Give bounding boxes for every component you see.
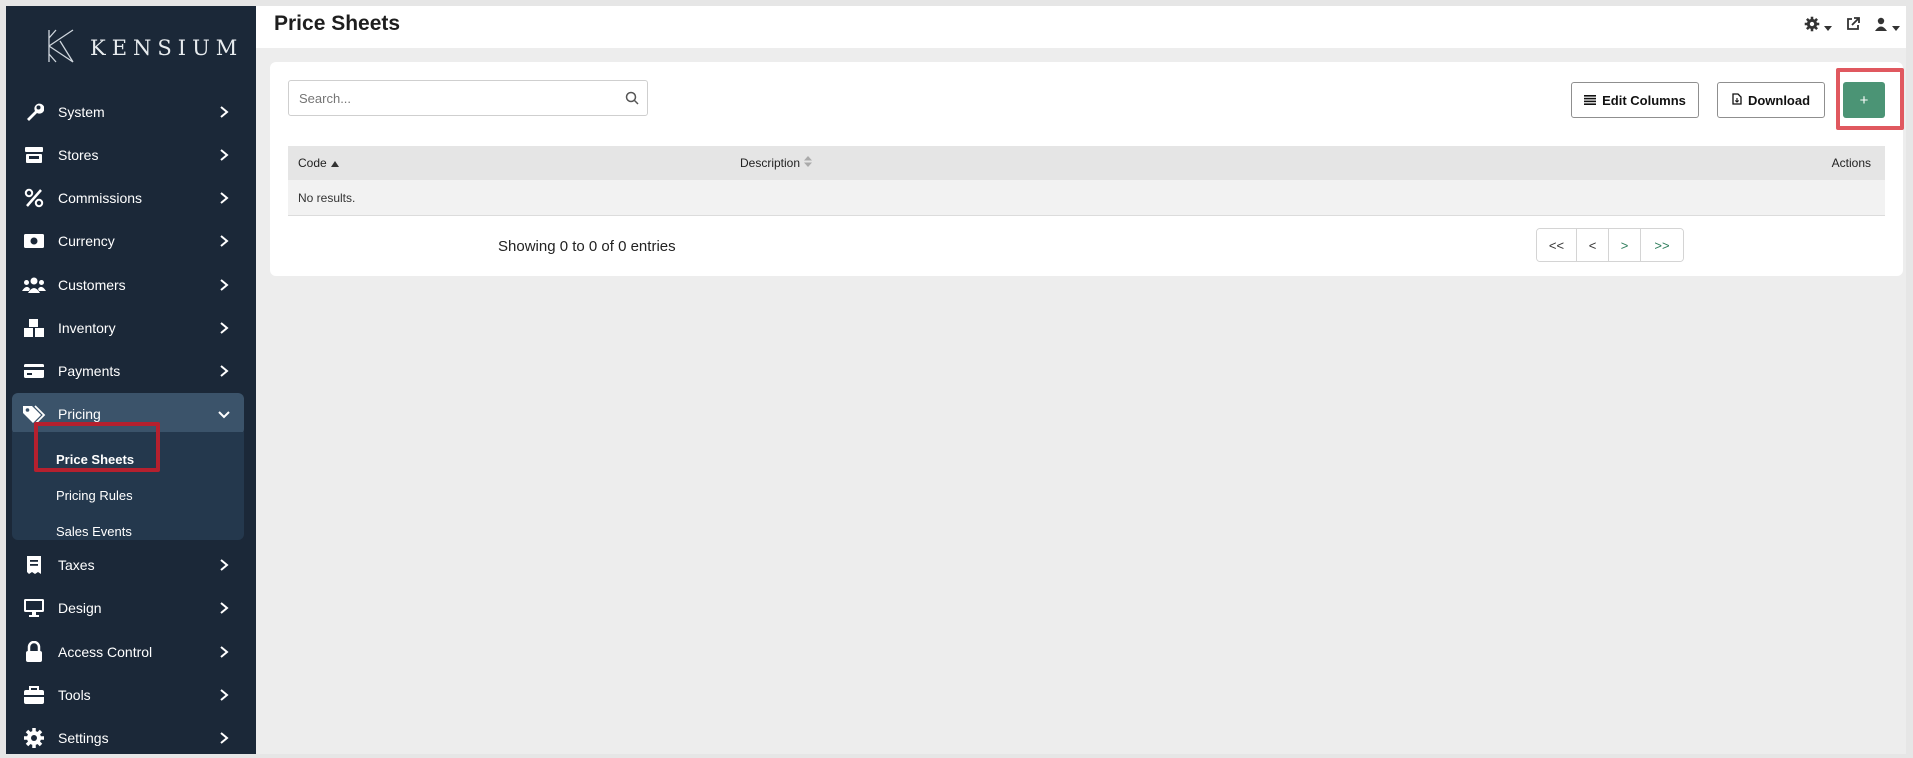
first-page-button[interactable]: << (1537, 229, 1577, 261)
gear-icon (1804, 16, 1820, 37)
sidebar-item-label: System (58, 104, 105, 120)
sidebar-item-design[interactable]: Design (12, 589, 244, 627)
sidebar-item-label: Inventory (58, 320, 116, 336)
logo[interactable]: KENSIUM (46, 28, 243, 68)
table-header-row: Code Description Actions (288, 146, 1885, 180)
sidebar-item-customers[interactable]: Customers (12, 266, 244, 304)
column-header-label: Code (298, 156, 327, 170)
external-link-button[interactable] (1846, 17, 1860, 36)
users-icon (22, 273, 46, 297)
column-header-description[interactable]: Description (740, 156, 813, 170)
header-actions (1804, 16, 1900, 37)
top-header: Price Sheets (256, 6, 1906, 48)
sidebar-item-taxes[interactable]: Taxes (12, 546, 244, 584)
sort-icon (804, 156, 813, 170)
submenu-item-sales-events[interactable]: Sales Events (56, 524, 132, 539)
sidebar-item-settings[interactable]: Settings (12, 719, 244, 754)
chevron-right-icon (214, 235, 234, 247)
add-button-highlight-box (1836, 68, 1904, 130)
sidebar-item-label: Customers (58, 277, 126, 293)
sidebar-item-stores[interactable]: Stores (12, 136, 244, 174)
sidebar-item-label: Design (58, 600, 102, 616)
search-box (288, 80, 648, 116)
chevron-right-icon (214, 192, 234, 204)
next-page-button[interactable]: > (1609, 229, 1641, 261)
price-sheets-card: Edit Columns Download + Code Description… (270, 62, 1903, 276)
submenu-item-pricing-rules[interactable]: Pricing Rules (56, 488, 133, 503)
chevron-down-icon (214, 409, 234, 419)
chevron-right-icon (214, 559, 234, 571)
sidebar-item-label: Stores (58, 147, 99, 163)
user-dropdown[interactable] (1874, 17, 1900, 36)
external-link-icon (1846, 17, 1860, 36)
chevron-right-icon (214, 106, 234, 118)
empty-message: No results. (298, 191, 356, 205)
user-icon (1874, 17, 1888, 36)
boxes-icon (22, 316, 46, 340)
chevron-right-icon (214, 732, 234, 744)
credit-card-icon (22, 359, 46, 383)
lock-icon (22, 640, 46, 664)
chevron-right-icon (214, 602, 234, 614)
chevron-right-icon (214, 322, 234, 334)
sidebar-item-tools[interactable]: Tools (12, 676, 244, 714)
app-frame: KENSIUM System Stores Commissions Curren… (6, 6, 1906, 754)
sidebar: KENSIUM System Stores Commissions Curren… (6, 6, 256, 754)
caret-down-icon (1824, 18, 1832, 36)
sidebar-item-inventory[interactable]: Inventory (12, 309, 244, 347)
chevron-right-icon (214, 149, 234, 161)
sidebar-item-label: Payments (58, 363, 121, 379)
search-input[interactable] (289, 81, 617, 115)
settings-dropdown[interactable] (1804, 16, 1832, 37)
sidebar-item-payments[interactable]: Payments (12, 352, 244, 390)
chevron-right-icon (214, 365, 234, 377)
chevron-right-icon (214, 689, 234, 701)
download-label: Download (1747, 92, 1811, 108)
sidebar-item-commissions[interactable]: Commissions (12, 179, 244, 217)
download-button[interactable]: Download (1717, 82, 1825, 118)
wrench-icon (22, 100, 46, 124)
gear-icon (22, 726, 46, 750)
sidebar-item-label: Settings (58, 730, 109, 746)
desktop-icon (22, 596, 46, 620)
price-sheets-highlight-box (34, 422, 160, 472)
search-icon[interactable] (617, 91, 647, 105)
chevron-right-icon (214, 279, 234, 291)
sidebar-item-label: Pricing (58, 406, 101, 422)
caret-down-icon (1892, 18, 1900, 36)
money-bill-icon (22, 229, 46, 253)
pagination-summary: Showing 0 to 0 of 0 entries (498, 238, 676, 255)
percent-icon (22, 186, 46, 210)
edit-columns-button[interactable]: Edit Columns (1571, 82, 1699, 118)
pagination: << < > >> (1536, 228, 1684, 262)
sidebar-item-label: Commissions (58, 190, 143, 206)
page-title: Price Sheets (274, 12, 401, 35)
chevron-right-icon (214, 646, 234, 658)
column-header-code[interactable]: Code (298, 156, 339, 170)
edit-columns-label: Edit Columns (1602, 92, 1686, 108)
toolbox-icon (22, 683, 46, 707)
sidebar-item-system[interactable]: System (12, 93, 244, 131)
receipt-icon (22, 553, 46, 577)
sidebar-item-currency[interactable]: Currency (12, 222, 244, 260)
file-download-icon (1732, 92, 1742, 108)
sidebar-item-access-control[interactable]: Access Control (12, 633, 244, 671)
column-header-label: Description (740, 156, 801, 170)
list-icon (1584, 93, 1597, 108)
sidebar-item-label: Taxes (58, 557, 95, 573)
sidebar-item-label: Currency (58, 233, 115, 249)
sort-ascending-icon (330, 156, 339, 170)
last-page-button[interactable]: >> (1641, 229, 1683, 261)
kensium-logo-mark-icon (46, 28, 76, 69)
store-icon (22, 143, 46, 167)
column-header-actions: Actions (1831, 156, 1871, 170)
sidebar-item-label: Access Control (58, 644, 153, 660)
logo-text: KENSIUM (90, 36, 244, 60)
sidebar-item-label: Tools (58, 687, 91, 703)
table-row-empty: No results. (288, 180, 1885, 216)
prev-page-button[interactable]: < (1577, 229, 1609, 261)
